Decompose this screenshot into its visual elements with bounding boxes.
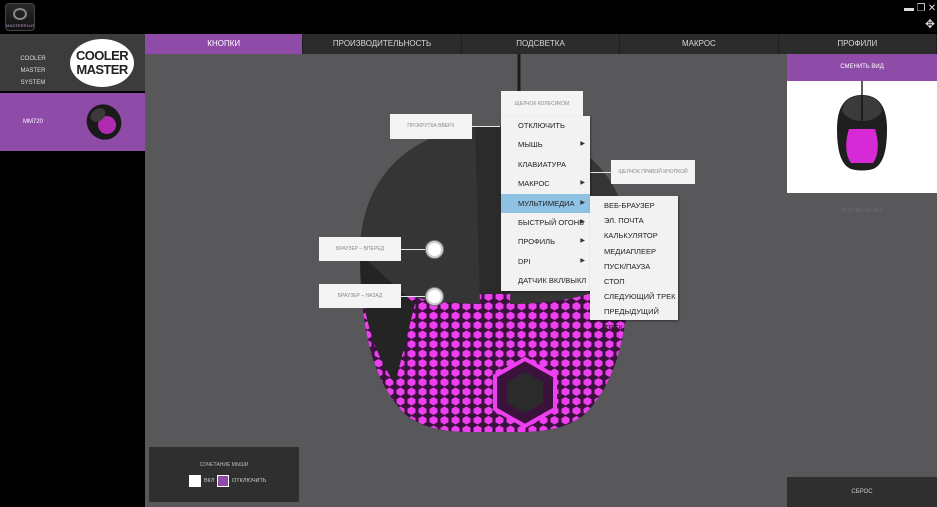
- button-point-back[interactable]: [426, 288, 443, 305]
- app-logo: MASTERPLUS+: [5, 3, 35, 31]
- mouse-preview[interactable]: [787, 81, 937, 193]
- minimize-icon[interactable]: ▬: [903, 3, 915, 15]
- submenu-item-email[interactable]: ЭЛ. ПОЧТА: [590, 213, 678, 228]
- menu-item-label: ДАТЧИК ВКЛ/ВЫКЛ: [518, 276, 587, 286]
- main-canvas: ЩЕЛЧОК КОЛЕСИКОМ ПРОКРУТКА ВВЕРХ ЩЕЛЧОК …: [145, 54, 787, 507]
- mouse-combo-title: СОЧЕТАНИЕ МЫШИ: [199, 462, 249, 468]
- combo-off-label: ОТКЛЮЧИТЬ: [232, 478, 267, 484]
- button-point-forward[interactable]: [426, 241, 443, 258]
- brand-name: COOLER MASTER SYSTEM: [20, 56, 46, 86]
- tab-buttons[interactable]: КНОПКИ: [145, 34, 304, 54]
- mouse-preview-image: [837, 81, 887, 171]
- callout-browser-back[interactable]: БРАУЗЕР – НАЗАД: [319, 284, 401, 308]
- brand-panel: COOLER MASTER SYSTEM COOLER MASTER: [0, 34, 145, 91]
- tab-performance[interactable]: ПРОИЗВОДИТЕЛЬНОСТЬ: [303, 34, 462, 54]
- submenu-item-previous-track[interactable]: ПРЕДЫДУЩИЙ ТРЕК: [590, 304, 678, 331]
- triangle-right-icon: ▶: [580, 238, 585, 245]
- logo-line-1: COOLER: [75, 48, 129, 63]
- resize-arrows-icon[interactable]: ✥: [924, 18, 936, 30]
- combo-on-label: ВКЛ: [204, 478, 215, 484]
- menu-item-label: МАКРОС: [518, 179, 550, 189]
- callout-right-click[interactable]: ЩЕЛЧОК ПРАВОЙ КНОПКОЙ: [611, 160, 695, 184]
- submenu-item-calculator[interactable]: КАЛЬКУЛЯТОР: [590, 228, 678, 243]
- title-bar: MASTERPLUS+ ▬ ❐ ✕ ✥: [0, 0, 937, 34]
- device-name: MM720: [23, 119, 44, 125]
- menu-item-rapid-fire[interactable]: БЫСТРЫЙ ОГОНЬ ▶: [501, 213, 590, 232]
- submenu-item-next-track[interactable]: СЛЕДУЮЩИЙ ТРЕК: [590, 289, 678, 304]
- submenu-item-play-pause[interactable]: ПУСК/ПАУЗА: [590, 259, 678, 274]
- cooler-master-logo: COOLER MASTER: [70, 39, 134, 87]
- connector-scroll-up: [472, 126, 500, 127]
- menu-item-label: КЛАВИАТУРА: [518, 159, 566, 169]
- combo-off-checkbox[interactable]: [217, 475, 229, 487]
- menu-item-keyboard[interactable]: КЛАВИАТУРА: [501, 155, 590, 174]
- menu-item-label: МУЛЬТИМЕДИА: [518, 198, 575, 208]
- submenu-item-stop[interactable]: СТОП: [590, 274, 678, 289]
- triangle-right-icon: ▶: [580, 257, 585, 264]
- connector-back: [401, 296, 428, 297]
- menu-item-mouse[interactable]: МЫШЬ ▶: [501, 135, 590, 154]
- context-menu: ОТКЛЮЧИТЬ МЫШЬ ▶ КЛАВИАТУРА МАКРОС ▶ МУЛЬТ…: [501, 116, 590, 291]
- tab-lighting[interactable]: ПОДСВЕТКА: [461, 34, 621, 54]
- menu-item-label: МЫШЬ: [518, 140, 543, 150]
- reset-button[interactable]: СБРОС: [787, 477, 937, 507]
- close-icon[interactable]: ✕: [926, 3, 937, 15]
- triangle-right-icon: ▶: [580, 199, 585, 206]
- menu-item-disable[interactable]: ОТКЛЮЧИТЬ: [501, 116, 590, 135]
- menu-item-multimedia[interactable]: МУЛЬТИМЕДИА ▶: [501, 193, 590, 213]
- submenu-item-web-browser[interactable]: ВЕБ-БРАУЗЕР: [590, 198, 678, 213]
- change-view-button[interactable]: СМЕНИТЬ ВИД: [787, 54, 937, 81]
- connector-forward: [401, 249, 428, 250]
- combo-on-checkbox[interactable]: [189, 475, 201, 487]
- menu-item-label: DPI: [518, 256, 531, 266]
- callout-scroll-up[interactable]: ПРОКРУТКА ВВЕРХ: [390, 114, 472, 139]
- connector-right-click: [590, 172, 611, 173]
- multimedia-submenu: ВЕБ-БРАУЗЕР ЭЛ. ПОЧТА КАЛЬКУЛЯТОР МЕДИАП…: [590, 196, 678, 332]
- logo-line-2: MASTER: [76, 62, 128, 77]
- menu-item-dpi[interactable]: DPI ▶: [501, 252, 590, 271]
- app-logo-label: MASTERPLUS+: [6, 23, 35, 28]
- menu-item-sensor-toggle[interactable]: ДАТЧИК ВКЛ/ВЫКЛ: [501, 271, 590, 290]
- tab-bar: КНОПКИ ПРОИЗВОДИТЕЛЬНОСТЬ ПОДСВЕТКА МАКР…: [145, 34, 937, 54]
- menu-item-profile[interactable]: ПРОФИЛЬ ▶: [501, 232, 590, 251]
- device-thumbnail-icon: [86, 104, 122, 140]
- mouse-combo-panel: СОЧЕТАНИЕ МЫШИ ВКЛ ОТКЛЮЧИТЬ: [149, 447, 299, 502]
- callout-scroll-click[interactable]: ЩЕЛЧОК КОЛЕСИКОМ: [501, 91, 583, 117]
- tab-macro[interactable]: МАКРОС: [620, 34, 779, 54]
- callout-browser-forward[interactable]: БРАУЗЕР – ВПЕРЕД: [319, 237, 401, 261]
- right-panel: СМЕНИТЬ ВИД ПОДСВЕТКА ВКЛ СБРОС: [787, 54, 937, 507]
- preview-faded-label: ПОДСВЕТКА ВКЛ: [841, 208, 883, 214]
- submenu-item-media-player[interactable]: МЕДИАПЛЕЕР: [590, 244, 678, 259]
- menu-item-label: ПРОФИЛЬ: [518, 237, 555, 247]
- triangle-right-icon: ▶: [580, 141, 585, 148]
- triangle-right-icon: ▶: [580, 180, 585, 187]
- sidebar: COOLER MASTER SYSTEM COOLER MASTER MM720: [0, 34, 145, 507]
- tab-profiles[interactable]: ПРОФИЛИ: [778, 34, 937, 54]
- sidebar-item-device[interactable]: MM720: [0, 93, 145, 151]
- menu-item-label: ОТКЛЮЧИТЬ: [518, 121, 565, 130]
- triangle-right-icon: ▶: [580, 218, 585, 225]
- app-logo-ring-icon: [13, 8, 27, 20]
- menu-item-macro[interactable]: МАКРОС ▶: [501, 174, 590, 193]
- menu-item-label: БЫСТРЫЙ ОГОНЬ: [518, 217, 585, 227]
